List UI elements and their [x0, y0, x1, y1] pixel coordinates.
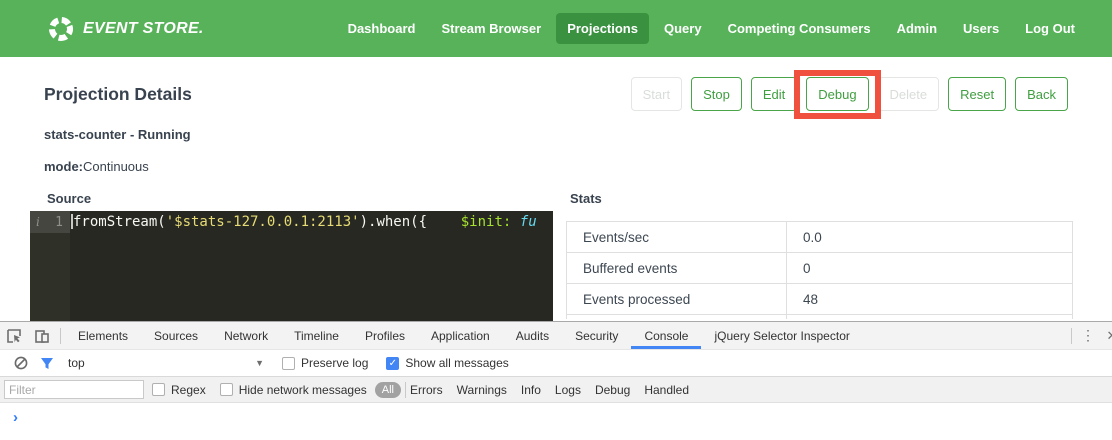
page: EVENT STORE. Dashboard Stream Browser Pr…	[0, 0, 1112, 440]
level-filter-debug[interactable]: Debug	[595, 383, 630, 397]
level-filter-warnings[interactable]: Warnings	[457, 383, 507, 397]
devtools-panel: Elements Sources Network Timeline Profil…	[0, 321, 1112, 440]
code-token-keyword: $init:	[461, 214, 512, 230]
back-button[interactable]: Back	[1015, 77, 1068, 111]
preserve-log-checkbox[interactable]	[282, 357, 295, 370]
close-devtools-icon[interactable]: ✕	[1100, 322, 1112, 349]
delete-button[interactable]: Delete	[878, 77, 940, 111]
nav-logout[interactable]: Log Out	[1014, 13, 1086, 44]
toolbar-separator	[1071, 328, 1072, 344]
stats-section-label: Stats	[570, 191, 602, 206]
nav-dashboard[interactable]: Dashboard	[337, 13, 427, 44]
stat-name: Events/sec	[567, 230, 786, 245]
show-all-messages-label[interactable]: Show all messages	[405, 356, 508, 370]
chevron-down-icon: ▼	[255, 358, 264, 368]
start-button[interactable]: Start	[631, 77, 682, 111]
tab-security[interactable]: Security	[562, 322, 631, 349]
edit-button[interactable]: Edit	[751, 77, 797, 111]
stat-value: 0	[786, 253, 1072, 283]
tab-elements[interactable]: Elements	[65, 322, 141, 349]
projection-status: stats-counter - Running	[44, 127, 191, 142]
code-token: fromStream(	[73, 214, 166, 230]
table-row-clipped	[567, 315, 1072, 319]
projection-action-buttons: Start Stop Edit Debug Delete Reset Back	[631, 77, 1068, 111]
table-row: Events/sec 0.0	[567, 222, 1072, 253]
console-input-area[interactable]: ›	[0, 403, 1112, 439]
code-token	[511, 214, 519, 230]
debug-button-wrapper: Debug	[806, 77, 868, 111]
level-filter-all[interactable]: All	[375, 382, 401, 398]
preserve-log-label[interactable]: Preserve log	[301, 356, 368, 370]
nav-competing-consumers[interactable]: Competing Consumers	[717, 13, 882, 44]
nav-projections[interactable]: Projections	[556, 13, 649, 44]
reset-button[interactable]: Reset	[948, 77, 1006, 111]
logo-text: EVENT STORE.	[83, 20, 204, 38]
nav-admin[interactable]: Admin	[886, 13, 948, 44]
filter-input[interactable]	[4, 380, 144, 399]
devtools-tab-bar: Elements Sources Network Timeline Profil…	[0, 322, 1112, 350]
tab-network[interactable]: Network	[211, 322, 281, 349]
inspect-element-icon[interactable]	[0, 322, 28, 349]
main-nav: Dashboard Stream Browser Projections Que…	[337, 13, 1112, 44]
stat-name: Events processed	[567, 292, 786, 307]
toolbar-separator	[405, 382, 406, 398]
code-line-1[interactable]: fromStream('$stats-127.0.0.1:2113').when…	[71, 211, 537, 233]
show-all-messages-checkbox[interactable]	[386, 357, 399, 370]
code-token: ).when({	[360, 214, 461, 230]
tab-timeline[interactable]: Timeline	[281, 322, 352, 349]
tab-audits[interactable]: Audits	[503, 322, 562, 349]
table-row: Buffered events 0	[567, 253, 1072, 284]
event-store-logo[interactable]: EVENT STORE.	[48, 16, 204, 42]
nav-users[interactable]: Users	[952, 13, 1010, 44]
tab-jquery-selector-inspector[interactable]: jQuery Selector Inspector	[701, 322, 862, 349]
level-filter-errors[interactable]: Errors	[410, 383, 443, 397]
mode-value: Continuous	[83, 159, 149, 174]
tab-profiles[interactable]: Profiles	[352, 322, 418, 349]
code-token-string: '$stats-127.0.0.1:2113'	[166, 214, 360, 230]
line-number: 1	[55, 215, 63, 230]
source-section-label: Source	[47, 191, 91, 206]
level-filter-handled[interactable]: Handled	[644, 383, 689, 397]
level-filter-info[interactable]: Info	[521, 383, 541, 397]
event-store-ring-icon	[48, 16, 74, 42]
console-prompt-icon: ›	[13, 410, 18, 425]
stop-button[interactable]: Stop	[691, 77, 742, 111]
filter-icon[interactable]	[34, 357, 60, 370]
top-nav-bar: EVENT STORE. Dashboard Stream Browser Pr…	[0, 0, 1112, 57]
source-code-editor[interactable]: i 1 fromStream('$stats-127.0.0.1:2113').…	[30, 211, 553, 321]
stats-table: Events/sec 0.0 Buffered events 0 Events …	[566, 221, 1073, 319]
stat-name: Buffered events	[567, 261, 786, 276]
stat-value: 0.0	[786, 222, 1072, 252]
info-annotation-icon: i	[36, 215, 40, 229]
stat-value: 48	[786, 284, 1072, 314]
more-options-icon[interactable]: ⋮	[1076, 322, 1100, 349]
toolbar-separator	[60, 328, 61, 344]
table-row: Events processed 48	[567, 284, 1072, 315]
level-filter-logs[interactable]: Logs	[555, 383, 581, 397]
frame-context-value: top	[68, 356, 85, 370]
regex-checkbox[interactable]	[152, 383, 165, 396]
editor-gutter: i 1	[30, 211, 70, 321]
page-title: Projection Details	[44, 84, 192, 105]
devtools-window-controls: ⋮ ✕	[1067, 322, 1112, 349]
regex-label[interactable]: Regex	[171, 383, 206, 397]
tab-sources[interactable]: Sources	[141, 322, 211, 349]
device-toolbar-icon[interactable]	[28, 322, 56, 349]
frame-context-selector[interactable]: top ▼	[68, 356, 264, 370]
mode-label: mode:	[44, 159, 83, 174]
projection-mode: mode:Continuous	[44, 159, 149, 174]
gutter-line-1: i 1	[30, 211, 70, 233]
code-token-type: fu	[520, 214, 537, 230]
debug-button[interactable]: Debug	[806, 77, 868, 111]
nav-query[interactable]: Query	[653, 13, 713, 44]
tab-console[interactable]: Console	[631, 322, 701, 349]
hide-network-messages-checkbox[interactable]	[220, 383, 233, 396]
console-filter-bar: Regex Hide network messages All Errors W…	[0, 377, 1112, 403]
hide-network-messages-label[interactable]: Hide network messages	[239, 383, 367, 397]
nav-stream-browser[interactable]: Stream Browser	[430, 13, 552, 44]
tab-application[interactable]: Application	[418, 322, 503, 349]
console-toolbar: top ▼ Preserve log Show all messages	[0, 350, 1112, 377]
clear-console-icon[interactable]	[8, 356, 34, 370]
